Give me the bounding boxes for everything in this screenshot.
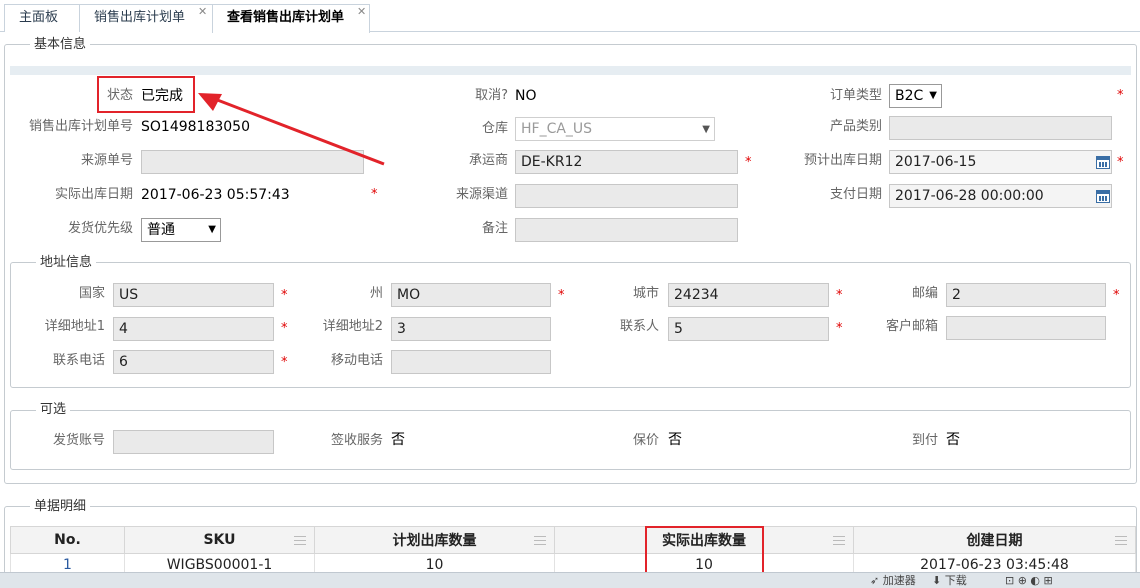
status-icons[interactable]: ⊡ ⊕ ◐ ⊞ xyxy=(1005,573,1053,588)
accelerator-label: 加速器 xyxy=(882,574,916,587)
annotation-arrow xyxy=(198,93,385,166)
download-label: 下载 xyxy=(944,574,967,587)
arrow-head xyxy=(198,93,222,111)
arrow-shaft xyxy=(206,94,385,166)
accelerator-item[interactable]: ➶ 加速器 xyxy=(870,573,916,588)
page-root: 主面板 销售出库计划单 ✕ 查看销售出库计划单 ✕ 基本信息 状态 已完成 取消? … xyxy=(0,0,1140,588)
rocket-icon: ➶ xyxy=(870,574,880,587)
browser-status-bar: ➶ 加速器 ⬇ 下载 ⊡ ⊕ ◐ ⊞ xyxy=(0,572,1140,588)
download-item[interactable]: ⬇ 下载 xyxy=(932,573,967,588)
download-icon: ⬇ xyxy=(932,574,942,587)
